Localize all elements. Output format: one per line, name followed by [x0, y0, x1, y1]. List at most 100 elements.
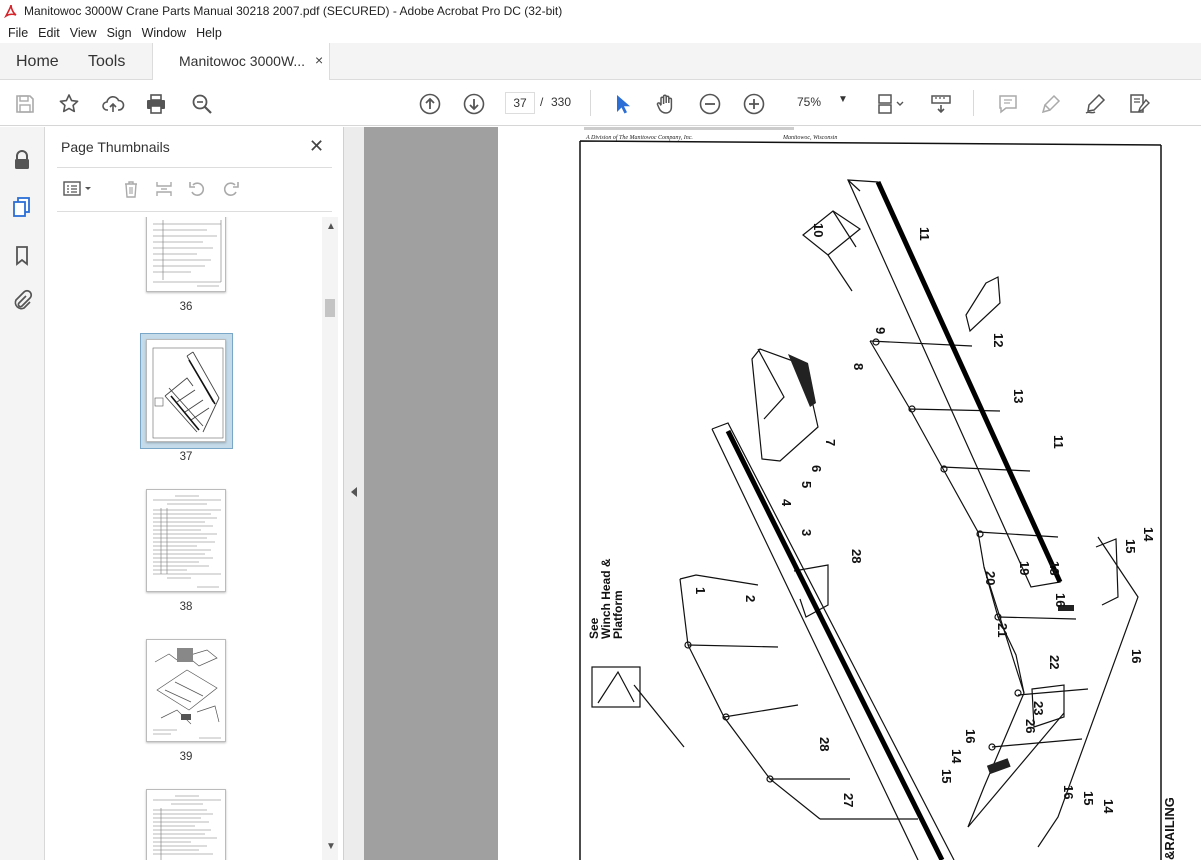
page-header-right: Manitowoc, Wisconsin	[782, 135, 837, 141]
save-icon[interactable]	[12, 91, 38, 117]
upload-cloud-icon[interactable]	[100, 91, 126, 117]
page-display-icon[interactable]	[874, 91, 908, 117]
part-label: 16	[963, 729, 978, 743]
lock-icon[interactable]	[10, 148, 34, 172]
thumbnail-page-number: 36	[179, 301, 193, 313]
comment-icon[interactable]	[995, 91, 1021, 117]
thumbnail-page-39[interactable]	[146, 639, 226, 742]
thumbnail-page-number: 38	[179, 601, 193, 613]
thumbnail-scrollbar[interactable]: ▲ ▼	[322, 217, 338, 860]
panel-title: Page Thumbnails	[61, 139, 170, 155]
part-label: 1	[693, 587, 708, 594]
zoom-value: 75%	[797, 95, 822, 109]
page-thumbnails-panel: Page Thumbnails ✕ 36 37 38 39 ▲ ▼	[45, 127, 344, 860]
close-tab-icon[interactable]: ×	[315, 52, 323, 68]
thumbnail-list: 36 37 38 39	[45, 217, 325, 860]
thumbnail-page-37[interactable]	[146, 339, 226, 442]
insert-page-icon[interactable]	[152, 177, 176, 201]
part-label: 5	[799, 481, 814, 488]
hand-tool-icon[interactable]	[653, 91, 679, 117]
scrollbar-thumb[interactable]	[325, 299, 335, 317]
previous-page-icon[interactable]	[417, 91, 443, 117]
panel-divider	[57, 211, 332, 212]
close-panel-icon[interactable]: ✕	[309, 136, 324, 157]
rotate-counterclockwise-icon[interactable]	[185, 177, 209, 201]
part-label: 22	[1047, 655, 1062, 669]
attachment-icon[interactable]	[10, 288, 34, 312]
part-label: 26	[1023, 719, 1038, 733]
document-viewer[interactable]: A Division of The Manitowoc Company, Inc…	[344, 127, 1201, 860]
part-label: 27	[841, 793, 856, 807]
page-header-left: A Division of The Manitowoc Company, Inc…	[585, 134, 693, 141]
window-title: Manitowoc 3000W Crane Parts Manual 30218…	[24, 4, 563, 18]
edge-label: &RAILING	[1162, 797, 1177, 860]
part-label: 15	[1081, 791, 1096, 805]
toolbar-divider	[590, 90, 591, 116]
fill-sign-icon[interactable]	[1126, 91, 1152, 117]
collapse-arrow-icon[interactable]	[351, 487, 357, 497]
title-bar: Manitowoc 3000W Crane Parts Manual 30218…	[0, 0, 1201, 22]
parts-drawing: A Division of The Manitowoc Company, Inc…	[579, 127, 1177, 860]
menu-help[interactable]: Help	[192, 26, 228, 40]
thumbnail-page-36[interactable]	[146, 217, 226, 292]
delete-page-icon[interactable]	[119, 177, 143, 201]
part-label: 9	[873, 327, 888, 334]
print-icon[interactable]	[143, 91, 169, 117]
tab-document-label: Manitowoc 3000W...	[179, 53, 306, 69]
next-page-icon[interactable]	[461, 91, 487, 117]
scroll-down-icon[interactable]: ▼	[326, 841, 336, 852]
part-label: 7	[823, 439, 838, 446]
acrobat-icon	[3, 4, 18, 19]
part-label: 16	[1129, 649, 1144, 663]
tab-document[interactable]: Manitowoc 3000W... ×	[152, 43, 330, 81]
zoom-out-icon[interactable]	[697, 91, 723, 117]
scroll-up-icon[interactable]: ▲	[326, 221, 336, 232]
part-label: 10	[811, 223, 826, 237]
callout-see-winch-head: SeeWinch Head &Platform	[587, 558, 625, 639]
page-thumbnails-icon[interactable]	[10, 195, 34, 219]
navigation-rail	[0, 127, 45, 860]
select-cursor-icon[interactable]	[609, 91, 635, 117]
tab-tools[interactable]: Tools	[88, 43, 125, 80]
pdf-page: A Division of The Manitowoc Company, Inc…	[498, 127, 1201, 860]
bookmark-icon[interactable]	[10, 243, 34, 267]
page-number-input[interactable]: 37	[505, 92, 535, 114]
zoom-select[interactable]: 75% ▼	[788, 92, 854, 114]
part-label: 14	[949, 749, 964, 764]
part-label: 15	[939, 769, 954, 783]
scroll-mode-icon[interactable]	[928, 91, 954, 117]
part-label: 2	[743, 595, 758, 602]
part-label: 16	[1053, 593, 1068, 607]
menu-bar: File Edit View Sign Window Help	[0, 22, 1201, 43]
part-label: 14	[1101, 799, 1116, 814]
tab-home[interactable]: Home	[16, 43, 59, 80]
part-label: 8	[851, 363, 866, 370]
part-label: 28	[849, 549, 864, 563]
menu-view[interactable]: View	[66, 26, 103, 40]
chevron-down-icon: ▼	[838, 94, 848, 105]
part-label: 4	[779, 499, 794, 507]
menu-file[interactable]: File	[4, 26, 34, 40]
part-label: 11	[1051, 435, 1066, 449]
zoom-in-icon[interactable]	[741, 91, 767, 117]
thumbnail-options-icon[interactable]	[61, 177, 95, 201]
draw-pen-icon[interactable]	[1082, 91, 1108, 117]
menu-window[interactable]: Window	[138, 26, 192, 40]
part-label: 14	[1141, 527, 1156, 542]
part-label: 16	[1061, 785, 1076, 799]
part-label: 18	[1047, 561, 1062, 575]
thumbnail-page-38[interactable]	[146, 489, 226, 592]
menu-sign[interactable]: Sign	[103, 26, 138, 40]
bookmark-star-icon[interactable]	[56, 91, 82, 117]
toolbar-divider	[973, 90, 974, 116]
thumbnail-page-number: 39	[179, 751, 193, 763]
page-separator: /	[540, 95, 544, 109]
search-zoom-icon[interactable]	[189, 91, 215, 117]
page-total: 330	[551, 95, 572, 109]
panel-collapse-strip[interactable]	[344, 127, 364, 860]
rotate-clockwise-icon[interactable]	[219, 177, 243, 201]
menu-edit[interactable]: Edit	[34, 26, 66, 40]
thumbnail-page-40[interactable]	[146, 789, 226, 860]
document-background	[364, 127, 498, 860]
highlight-pen-icon[interactable]	[1038, 91, 1064, 117]
